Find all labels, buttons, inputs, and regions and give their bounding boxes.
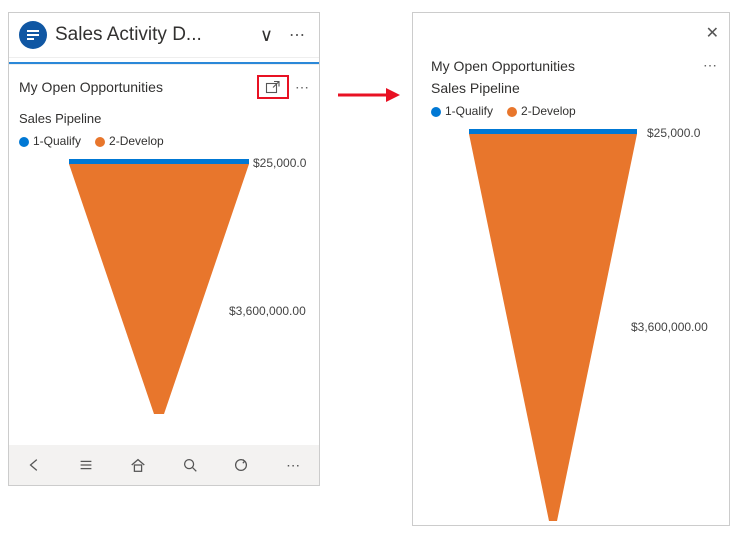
header-more-button[interactable]: ⋯ xyxy=(285,25,309,45)
chart-label-mid: $3,600,000.00 xyxy=(229,304,306,318)
section-title: My Open Opportunities xyxy=(19,79,257,95)
app-title: Sales Activity D... xyxy=(55,24,248,46)
section-more-button[interactable]: ⋯ xyxy=(295,79,309,96)
chart-legend: 1-Qualify 2-Develop xyxy=(9,130,319,156)
funnel-chart-left: $25,000.0 $3,600,000.00 xyxy=(9,156,319,445)
back-button[interactable] xyxy=(16,446,54,484)
expand-button[interactable] xyxy=(257,75,289,99)
legend-item-develop: 2-Develop xyxy=(507,104,576,118)
footer-more-button[interactable]: ⋯ xyxy=(274,446,312,484)
section-more-button[interactable]: ⋯ xyxy=(703,57,717,74)
close-button[interactable]: ✕ xyxy=(706,23,719,43)
menu-button[interactable] xyxy=(67,446,105,484)
section-header: My Open Opportunities ⋯ xyxy=(9,64,319,105)
chart-legend: 1-Qualify 2-Develop xyxy=(431,100,717,126)
chart-label-mid: $3,600,000.00 xyxy=(631,320,708,334)
app-header: Sales Activity D... ∨ ⋯ xyxy=(9,13,319,58)
section-title: My Open Opportunities xyxy=(431,58,703,74)
chart-label-top: $25,000.0 xyxy=(647,126,700,140)
refresh-button[interactable] xyxy=(222,446,260,484)
legend-item-qualify: 1-Qualify xyxy=(431,104,493,118)
chevron-down-icon[interactable]: ∨ xyxy=(256,25,277,46)
mobile-panel-collapsed: Sales Activity D... ∨ ⋯ My Open Opportun… xyxy=(8,12,320,486)
popout-icon xyxy=(265,80,281,96)
chart-title: Sales Pipeline xyxy=(9,105,319,130)
legend-item-develop: 2-Develop xyxy=(95,134,164,148)
arrow-icon xyxy=(338,86,400,104)
legend-item-qualify: 1-Qualify xyxy=(19,134,81,148)
chart-title: Sales Pipeline xyxy=(431,74,717,100)
search-button[interactable] xyxy=(171,446,209,484)
home-button[interactable] xyxy=(119,446,157,484)
section-header: My Open Opportunities ⋯ xyxy=(431,57,717,74)
app-logo-icon xyxy=(19,21,47,49)
mobile-panel-expanded: ✕ My Open Opportunities ⋯ Sales Pipeline… xyxy=(412,12,730,526)
chart-label-top: $25,000.0 xyxy=(253,156,306,170)
bottom-nav: ⋯ xyxy=(9,445,319,485)
funnel-chart-right: $25,000.0 $3,600,000.00 xyxy=(431,126,717,525)
